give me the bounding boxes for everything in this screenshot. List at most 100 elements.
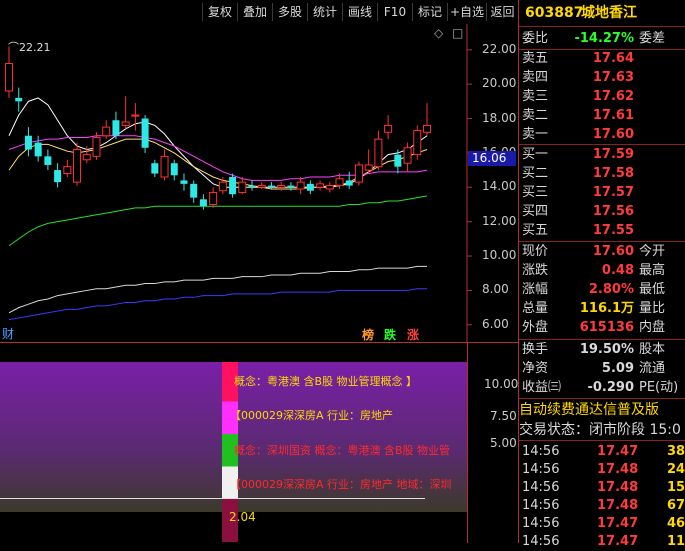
stat-value: 2.80% bbox=[588, 282, 634, 297]
quote-panel: 603887 城地香江 委比 -14.27% 委差 卖五 17.64 卖四 17.63… bbox=[518, 0, 685, 549]
candle-body bbox=[384, 124, 393, 133]
candle-body bbox=[34, 142, 42, 157]
concept-text: 概念：粤港澳 含B股 物业管理概念 】 bbox=[234, 375, 418, 388]
back-button[interactable]: 返回 bbox=[486, 3, 518, 21]
tick-price: 17.48 bbox=[597, 480, 639, 495]
candle bbox=[364, 149, 373, 174]
candle-body bbox=[121, 121, 130, 126]
stat-row: 涨跌 0.48 最高 bbox=[519, 262, 685, 280]
bid-label: 买四 bbox=[522, 204, 549, 219]
indicator-axis-divider bbox=[467, 342, 468, 543]
tick-price: 17.47 bbox=[597, 534, 639, 549]
candle-body bbox=[277, 185, 286, 188]
tick-volume: 38 bbox=[667, 444, 685, 459]
statistics-button[interactable]: 统计 bbox=[307, 3, 342, 21]
max-price-label: ⌒22.21 bbox=[8, 41, 51, 54]
candle-body bbox=[82, 154, 91, 161]
bid-label: 买二 bbox=[522, 166, 549, 181]
ask-row: 卖五 17.64 bbox=[519, 50, 685, 68]
diamond-icon[interactable]: ◇ bbox=[434, 26, 443, 40]
overlay-button[interactable]: 叠加 bbox=[237, 3, 272, 21]
candle bbox=[267, 182, 275, 190]
mark-button[interactable]: 标记 bbox=[412, 3, 447, 21]
separator bbox=[519, 398, 685, 399]
tick-volume: 67 bbox=[667, 498, 685, 513]
stock-name: 城地香江 bbox=[581, 5, 637, 21]
candle-body bbox=[180, 180, 188, 184]
bid-price: 17.56 bbox=[592, 204, 634, 219]
service-banner[interactable]: 自动续费通达信普及版 bbox=[519, 401, 685, 419]
candle bbox=[423, 103, 431, 136]
candle-body bbox=[345, 180, 353, 186]
stat-label: 收益㈢ bbox=[522, 380, 562, 395]
bid-label: 买一 bbox=[522, 147, 549, 162]
candle bbox=[306, 180, 314, 195]
candle-body bbox=[44, 156, 52, 165]
candle-body bbox=[413, 130, 422, 156]
ask-row: 卖二 17.61 bbox=[519, 107, 685, 125]
candle-body bbox=[238, 181, 247, 193]
kline-chart[interactable]: ⌒22.21 ◇ □ 22.0020.0018.0016.0014.0012.0… bbox=[0, 24, 518, 342]
separator bbox=[519, 339, 685, 340]
candle bbox=[54, 163, 62, 188]
trade-state: 交易状态：闭市阶段 15:0 bbox=[519, 422, 681, 438]
finance-marker[interactable]: 财 bbox=[2, 325, 14, 342]
separator bbox=[519, 241, 685, 242]
candle bbox=[229, 173, 237, 198]
bid-row: 买三 17.57 bbox=[519, 184, 685, 202]
toolbar: 复权 叠加 多股 统计 画线 F10 标记 +自选 返回 bbox=[0, 0, 517, 24]
candle-body bbox=[63, 166, 72, 175]
stat-right-label: 今开 bbox=[639, 244, 666, 259]
tick-price: 17.47 bbox=[597, 444, 639, 459]
stat-value: 19.50% bbox=[579, 342, 634, 357]
candle bbox=[131, 103, 140, 131]
bid-price: 17.55 bbox=[592, 223, 634, 238]
stat-value: 0.48 bbox=[601, 263, 634, 278]
trade-tick-row: 14:56 17.47 11 bbox=[519, 533, 685, 551]
rank-marker[interactable]: 榜 bbox=[362, 326, 374, 343]
candle bbox=[384, 115, 393, 140]
ask-row: 卖三 17.62 bbox=[519, 88, 685, 106]
add-favorite-button[interactable]: +自选 bbox=[447, 3, 486, 21]
candle-body bbox=[267, 185, 275, 188]
draw-line-button[interactable]: 画线 bbox=[342, 3, 377, 21]
stat-right-label: PE(动) bbox=[639, 380, 679, 395]
candle bbox=[180, 173, 188, 191]
candle-body bbox=[112, 120, 120, 136]
candle-body bbox=[306, 183, 314, 191]
candle bbox=[345, 171, 353, 190]
f10-button[interactable]: F10 bbox=[377, 3, 412, 21]
ask-row: 卖四 17.63 bbox=[519, 69, 685, 87]
candle-body bbox=[209, 191, 218, 205]
candle bbox=[190, 180, 198, 203]
candle-body bbox=[54, 170, 62, 183]
indicator-panel[interactable]: 10.00 7.50 5.00 概念：粤港澳 含B股 物业管理概念 】 【000… bbox=[0, 342, 518, 543]
stat-value: 5.09 bbox=[601, 361, 634, 376]
stat-right-label: 量比 bbox=[639, 301, 666, 316]
candle bbox=[325, 182, 334, 193]
candle-body bbox=[287, 185, 295, 188]
candle-body bbox=[131, 114, 140, 117]
rise-marker[interactable]: 涨 bbox=[407, 326, 419, 343]
window-box-icon[interactable]: □ bbox=[452, 26, 463, 40]
bid-price: 17.57 bbox=[592, 185, 634, 200]
fuquan-button[interactable]: 复权 bbox=[202, 3, 237, 21]
candle bbox=[316, 180, 325, 191]
separator bbox=[519, 440, 685, 441]
candle bbox=[141, 115, 149, 153]
concept-text-red: 概念：深圳国资 概念：粤港澳 含B股 物业管 bbox=[234, 444, 451, 457]
tick-time: 14:56 bbox=[522, 462, 560, 477]
ask-price: 17.64 bbox=[592, 51, 634, 66]
trade-tick-row: 14:56 17.48 24 bbox=[519, 461, 685, 479]
multi-stock-button[interactable]: 多股 bbox=[272, 3, 307, 21]
candle bbox=[160, 149, 169, 181]
ask-row: 卖一 17.60 bbox=[519, 126, 685, 144]
panel-divider bbox=[0, 342, 518, 343]
candle-body bbox=[199, 199, 207, 207]
ask-price: 17.63 bbox=[592, 70, 634, 85]
stat-row: 现价 17.60 今开 bbox=[519, 243, 685, 261]
ask-price: 17.61 bbox=[592, 108, 634, 123]
fall-marker[interactable]: 跌 bbox=[384, 326, 396, 343]
bid-label: 买五 bbox=[522, 223, 549, 238]
stat-right-label: 内盘 bbox=[639, 320, 666, 335]
